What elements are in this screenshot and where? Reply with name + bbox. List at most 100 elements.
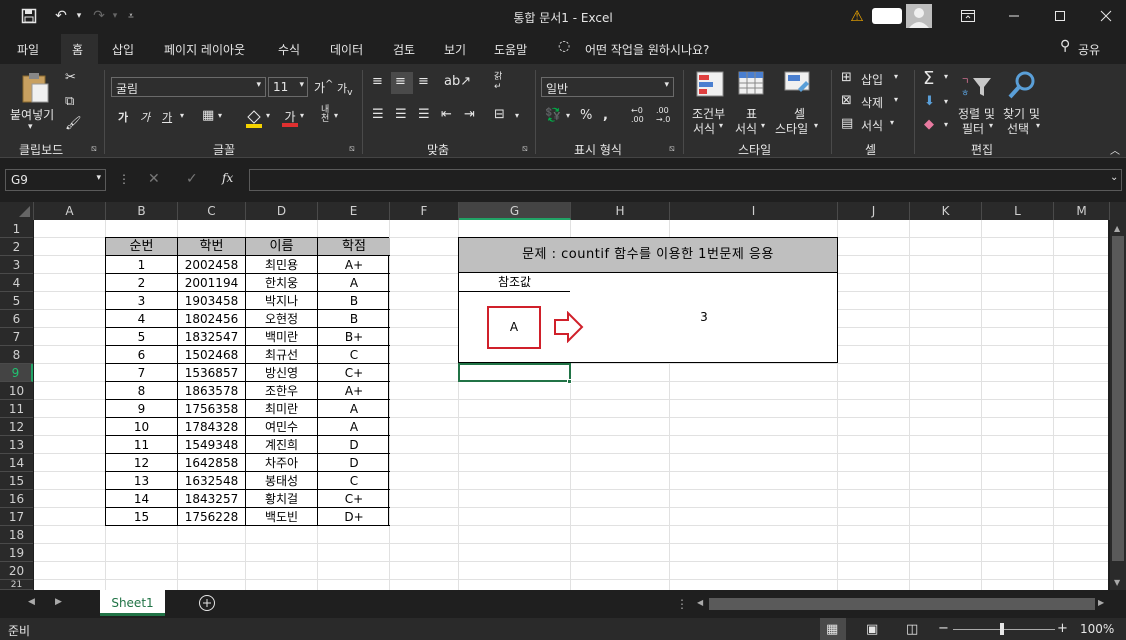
row-header[interactable]: 11 (0, 400, 33, 418)
font-launcher-icon[interactable]: ⧅ (349, 144, 355, 154)
table-cell[interactable]: 1903458 (178, 292, 246, 310)
row-header[interactable]: 14 (0, 454, 33, 472)
underline-dropdown-icon[interactable]: ▾ (180, 111, 184, 120)
table-cell[interactable]: 1502468 (178, 346, 246, 364)
table-cell[interactable]: C+ (318, 364, 390, 382)
cond-format-label-2[interactable]: 서식 (693, 120, 715, 137)
row-header[interactable]: 20 (0, 562, 33, 580)
row-header[interactable]: 16 (0, 490, 33, 508)
horizontal-scroll-thumb[interactable] (709, 598, 1095, 610)
cancel-entry-icon[interactable]: ✕ (148, 171, 160, 187)
table-cell[interactable]: 박지나 (246, 292, 318, 310)
decrease-font-icon[interactable]: 가v (337, 80, 353, 98)
alignment-launcher-icon[interactable]: ⧅ (522, 144, 528, 154)
increase-decimal-icon[interactable]: ←0.00 (631, 106, 644, 124)
table-cell[interactable]: A (318, 400, 390, 418)
add-sheet-icon[interactable] (198, 594, 216, 612)
col-header-a[interactable]: A (34, 202, 106, 220)
tab-view[interactable]: 보기 (444, 41, 466, 58)
collapse-ribbon-icon[interactable]: ︿ (1110, 142, 1120, 157)
row-header[interactable]: 15 (0, 472, 33, 490)
table-cell[interactable]: 3 (106, 292, 178, 310)
table-cell[interactable]: 2001194 (178, 274, 246, 292)
problem-title[interactable]: 문제 : countif 함수를 이용한 1번문제 응용 (458, 237, 838, 273)
row-header[interactable]: 2 (0, 238, 33, 256)
insert-function-icon[interactable]: fx (222, 171, 233, 185)
vertical-scroll-thumb[interactable] (1112, 236, 1124, 561)
table-cell[interactable]: 1784328 (178, 418, 246, 436)
zoom-out-icon[interactable]: − (938, 621, 949, 636)
warning-icon[interactable]: ⚠ (846, 6, 868, 26)
paste-button[interactable]: 붙여넣기 (10, 106, 54, 123)
table-header-cell[interactable]: 학점 (318, 238, 390, 256)
zoom-slider[interactable] (953, 629, 1055, 630)
table-cell[interactable]: A+ (318, 382, 390, 400)
table-cell[interactable]: 5 (106, 328, 178, 346)
table-cell[interactable]: 1843257 (178, 490, 246, 508)
table-cell[interactable]: D (318, 454, 390, 472)
conditional-format-icon[interactable] (696, 71, 726, 102)
cond-format-dropdown-icon[interactable]: ▾ (719, 121, 723, 130)
col-header-e[interactable]: E (318, 202, 390, 220)
table-cell[interactable]: 1 (106, 256, 178, 274)
tab-insert[interactable]: 삽입 (112, 41, 134, 58)
page-break-view-icon[interactable]: ◫ (906, 622, 918, 637)
table-cell[interactable]: B (318, 310, 390, 328)
wrap-text-icon[interactable]: 갉 ↵ (494, 72, 502, 92)
fill-dropdown-icon[interactable]: ▾ (944, 97, 948, 106)
copy-icon[interactable]: ⧉ (65, 94, 74, 109)
row-header[interactable]: 6 (0, 310, 33, 328)
phonetic-dropdown-icon[interactable]: ▾ (334, 111, 338, 120)
confirm-entry-icon[interactable]: ✓ (186, 171, 198, 187)
format-dropdown-icon[interactable]: ▾ (890, 118, 894, 127)
expand-formula-icon[interactable]: ⌄ (1110, 172, 1118, 183)
minimize-icon[interactable] (1003, 6, 1025, 26)
zoom-level[interactable]: 100% (1080, 622, 1114, 636)
normal-view-icon[interactable]: ▦ (826, 622, 838, 637)
table-cell[interactable]: 8 (106, 382, 178, 400)
table-header-cell[interactable]: 학번 (178, 238, 246, 256)
align-top-icon[interactable]: ≡ (372, 74, 383, 89)
col-header-l[interactable]: L (982, 202, 1054, 220)
avatar[interactable] (906, 4, 932, 28)
sort-filter-dropdown-icon[interactable]: ▾ (989, 121, 993, 130)
zoom-in-icon[interactable]: + (1057, 621, 1068, 636)
tab-file[interactable]: 파일 (17, 41, 39, 58)
align-right-icon[interactable]: ☰ (418, 107, 430, 122)
table-cell[interactable]: 12 (106, 454, 178, 472)
align-center-icon[interactable]: ☰ (395, 107, 407, 122)
decrease-decimal-icon[interactable]: .00 →.0 (656, 106, 670, 124)
font-color-dropdown-icon[interactable]: ▾ (300, 111, 304, 120)
col-header-g[interactable]: G (459, 202, 571, 220)
delete-dropdown-icon[interactable]: ▾ (894, 95, 898, 104)
table-cell[interactable]: 1802456 (178, 310, 246, 328)
scroll-down-icon[interactable]: ▼ (1114, 578, 1120, 587)
table-cell[interactable]: 최규선 (246, 346, 318, 364)
comma-icon[interactable]: , (603, 108, 608, 123)
col-header-d[interactable]: D (246, 202, 318, 220)
cell-styles-icon[interactable] (784, 71, 812, 102)
table-cell[interactable]: 방신영 (246, 364, 318, 382)
ribbon-display-icon[interactable] (957, 6, 979, 26)
table-header-cell[interactable]: 이름 (246, 238, 318, 256)
row-header[interactable]: 21 (0, 580, 33, 590)
tab-data[interactable]: 데이터 (330, 41, 363, 58)
page-layout-view-icon[interactable]: ▣ (866, 622, 878, 637)
font-color-icon[interactable]: 가 (280, 108, 300, 128)
border-icon[interactable]: ▦ (202, 108, 214, 123)
sort-filter-icon[interactable]: ㄱㅎ (961, 72, 993, 103)
table-cell[interactable]: D (318, 436, 390, 454)
paste-dropdown-icon[interactable]: ▾ (28, 122, 33, 132)
cell-styles-dropdown-icon[interactable]: ▾ (814, 121, 818, 130)
reference-label[interactable]: 참조값 (458, 273, 571, 292)
table-cell[interactable]: 9 (106, 400, 178, 418)
table-cell[interactable]: C+ (318, 490, 390, 508)
col-header-i[interactable]: I (670, 202, 838, 220)
row-header[interactable]: 1 (0, 220, 33, 238)
select-all-corner[interactable] (0, 202, 34, 220)
table-cell[interactable]: 1536857 (178, 364, 246, 382)
row-header[interactable]: 3 (0, 256, 33, 274)
zoom-slider-thumb[interactable] (1000, 623, 1004, 635)
tab-home[interactable]: 홈 (72, 41, 83, 58)
table-cell[interactable]: 황치걸 (246, 490, 318, 508)
